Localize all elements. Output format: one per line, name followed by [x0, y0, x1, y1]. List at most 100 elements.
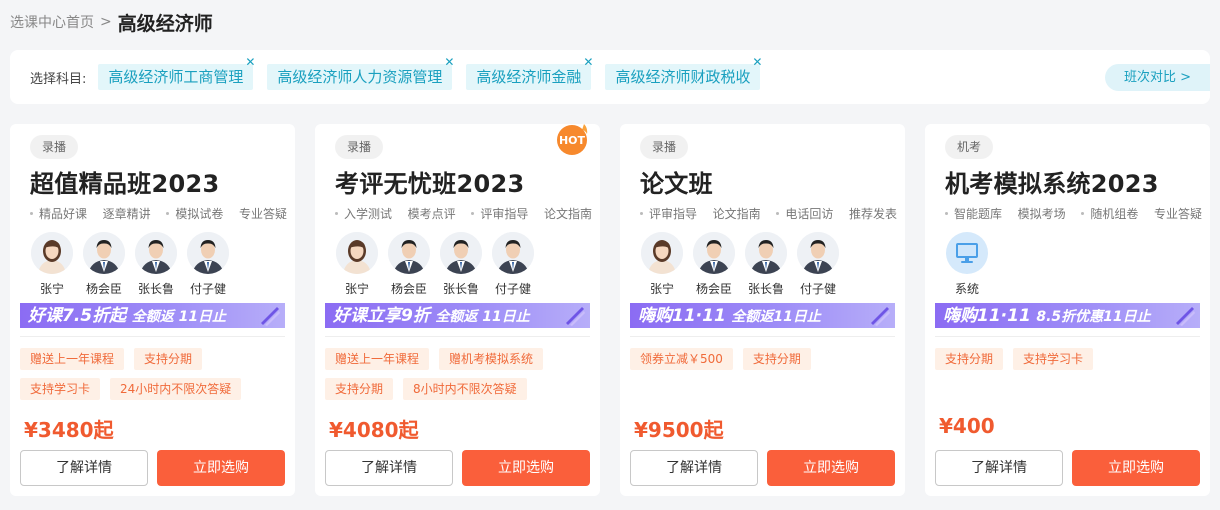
feature-label: 电话回访	[785, 207, 834, 221]
breadcrumb-separator: >	[100, 14, 112, 30]
perk-list: 赠送上一年课程 支持分期 支持学习卡 24小时内不限次答疑	[20, 348, 288, 408]
promo-headline: 好课立享9折	[333, 306, 430, 326]
subject-chip[interactable]: 高级经济师财政税收 ✕	[605, 55, 762, 90]
course-card: 录播 超值精品班2023 精品好课 逐章精讲 模拟试卷 专业答疑 张宁 杨会臣 …	[10, 124, 295, 496]
teacher-name: 杨会臣	[695, 282, 732, 296]
teacher[interactable]: 张长鲁	[435, 232, 487, 297]
feature-item: 智能题库	[945, 205, 1002, 222]
buy-now-button[interactable]: 立即选购	[157, 450, 285, 486]
close-icon[interactable]: ✕	[444, 55, 454, 69]
teacher[interactable]: 付子健	[487, 232, 539, 297]
teacher[interactable]: 张宁	[636, 232, 688, 297]
promo-headline: 嗨购11·11	[943, 306, 1031, 326]
feature-item: 推荐发表	[849, 205, 897, 222]
feature-item: 随机组卷	[1081, 205, 1138, 222]
course-price: ¥400	[939, 414, 995, 438]
teacher-list: 系统	[941, 232, 993, 297]
system-item[interactable]: 系统	[941, 232, 993, 297]
subject-chip[interactable]: 高级经济师金融 ✕	[466, 55, 593, 90]
course-title[interactable]: 超值精品班2023	[30, 164, 220, 199]
avatar	[797, 232, 839, 274]
page-title: 高级经济师	[117, 12, 213, 35]
promo-text: 好课7.5折起 全额返 11日止	[28, 305, 226, 328]
buy-now-button[interactable]: 立即选购	[1072, 450, 1200, 486]
feature-label: 随机组卷	[1090, 207, 1139, 221]
subject-chip[interactable]: 高级经济师工商管理 ✕	[98, 55, 255, 90]
promo-banner[interactable]: 嗨购11·11 全额返11日止	[630, 303, 895, 328]
subject-chip[interactable]: 高级经济师人力资源管理 ✕	[267, 55, 454, 90]
subject-chip-label: 高级经济师财政税收	[615, 68, 751, 86]
banner-decoration-icon	[871, 307, 890, 326]
course-features: 精品好课 逐章精讲 模拟试卷 专业答疑	[30, 205, 287, 222]
teacher-name: 杨会臣	[85, 282, 122, 296]
promo-banner[interactable]: 好课7.5折起 全额返 11日止	[20, 303, 285, 328]
teacher[interactable]: 付子健	[182, 232, 234, 297]
teacher-name: 张宁	[39, 282, 64, 296]
details-button[interactable]: 了解详情	[935, 450, 1063, 486]
teacher[interactable]: 杨会臣	[383, 232, 435, 297]
perk-badge: 赠送上一年课程	[20, 348, 125, 370]
buy-now-button[interactable]: 立即选购	[767, 450, 895, 486]
bullet-icon	[776, 212, 780, 215]
promo-text: 嗨购11·11 全额返11日止	[638, 305, 821, 328]
banner-decoration-icon	[1176, 307, 1195, 326]
perk-badge: 支持分期	[742, 348, 811, 370]
promo-banner[interactable]: 嗨购11·11 8.5折优惠11日止	[935, 303, 1200, 328]
divider	[20, 336, 285, 337]
feature-label: 专业答疑	[238, 207, 287, 221]
details-button[interactable]: 了解详情	[325, 450, 453, 486]
promo-subline: 全额返11日止	[731, 309, 821, 325]
feature-item: 模拟试卷	[166, 205, 223, 222]
bullet-icon	[471, 212, 475, 215]
bullet-icon	[640, 212, 643, 215]
teacher[interactable]: 张长鲁	[130, 232, 182, 297]
course-features: 评审指导 论文指南 电话回访 推荐发表	[640, 205, 897, 222]
perk-badge: 赠送上一年课程	[325, 348, 430, 370]
promo-banner[interactable]: 好课立享9折 全额返 11日止	[325, 303, 590, 328]
teacher-list: 张宁 杨会臣 张长鲁 付子健	[26, 232, 234, 297]
close-icon[interactable]: ✕	[752, 55, 762, 69]
course-title[interactable]: 考评无忧班2023	[335, 164, 525, 199]
bullet-icon	[166, 212, 170, 215]
close-icon[interactable]: ✕	[245, 55, 255, 69]
subject-chip-label: 高级经济师人力资源管理	[277, 68, 443, 86]
course-features: 入学测试 模考点评 评审指导 论文指南	[335, 205, 592, 222]
feature-item: 专业答疑	[239, 205, 287, 222]
feature-item: 电话回访	[776, 205, 833, 222]
course-card: 录播 HOT 考评无忧班2023 入学测试 模考点评 评审指导 论文指南 张宁 …	[315, 124, 600, 496]
perk-badge: 领券立减￥500	[630, 348, 733, 370]
teacher[interactable]: 杨会臣	[78, 232, 130, 297]
divider	[630, 336, 895, 337]
course-type-tag: 录播	[335, 135, 384, 159]
course-price: ¥9500起	[634, 418, 724, 442]
bullet-icon	[30, 212, 33, 215]
course-title[interactable]: 论文班	[640, 164, 713, 199]
course-type-tag: 机考	[945, 135, 994, 159]
teacher[interactable]: 张宁	[26, 232, 78, 297]
details-button[interactable]: 了解详情	[630, 450, 758, 486]
course-price: ¥3480起	[24, 418, 114, 442]
close-icon[interactable]: ✕	[583, 55, 593, 69]
perk-badge: 赠机考模拟系统	[439, 348, 544, 370]
feature-label: 评审指导	[649, 207, 698, 221]
avatar	[31, 232, 73, 274]
teacher[interactable]: 张宁	[331, 232, 383, 297]
avatar	[641, 232, 683, 274]
teacher[interactable]: 杨会臣	[688, 232, 740, 297]
teacher[interactable]: 张长鲁	[740, 232, 792, 297]
feature-label: 评审指导	[480, 207, 529, 221]
teacher[interactable]: 付子健	[792, 232, 844, 297]
feature-label: 智能题库	[954, 207, 1003, 221]
feature-label: 模考点评	[407, 207, 456, 221]
course-card: 录播 论文班 评审指导 论文指南 电话回访 推荐发表 张宁 杨会臣 张长鲁 付子…	[620, 124, 905, 496]
breadcrumb-home-link[interactable]: 选课中心首页	[10, 12, 94, 32]
course-title[interactable]: 机考模拟系统2023	[945, 164, 1159, 199]
compare-classes-button[interactable]: 班次对比 >	[1105, 64, 1210, 91]
buy-now-button[interactable]: 立即选购	[462, 450, 590, 486]
promo-headline: 嗨购11·11	[638, 306, 726, 326]
system-label: 系统	[954, 282, 979, 296]
details-button[interactable]: 了解详情	[20, 450, 148, 486]
feature-label: 精品好课	[39, 207, 88, 221]
promo-subline: 8.5折优惠11日止	[1036, 309, 1151, 325]
teacher-name: 付子健	[799, 282, 836, 296]
